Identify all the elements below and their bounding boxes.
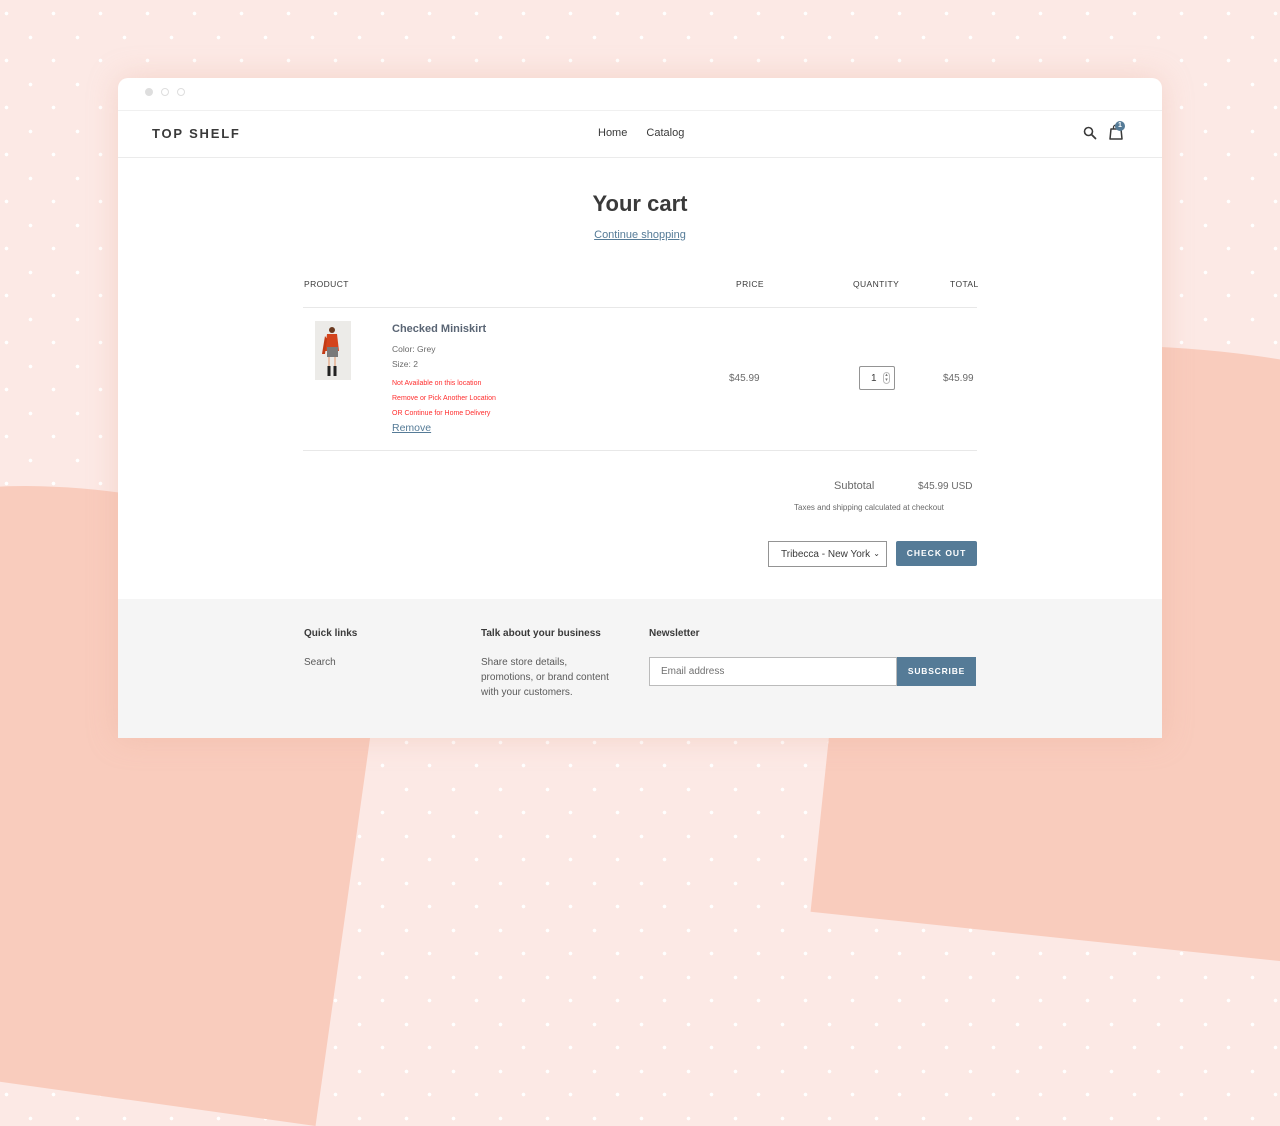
- column-header-price: PRICE: [736, 279, 764, 289]
- product-name[interactable]: Checked Miniskirt: [392, 323, 486, 335]
- quantity-value: 1: [871, 373, 877, 384]
- table-divider: [303, 307, 977, 308]
- nav-item-home[interactable]: Home: [598, 127, 627, 139]
- checkout-button[interactable]: CHECK OUT: [896, 541, 977, 566]
- window-dot-maximize[interactable]: [177, 88, 185, 96]
- site-header: TOP SHELF Home Catalog 1: [118, 111, 1162, 158]
- footer-heading-quick-links: Quick links: [304, 628, 358, 639]
- footer-business-line: promotions, or brand content: [481, 672, 609, 683]
- nav-item-catalog[interactable]: Catalog: [646, 127, 684, 139]
- table-divider: [303, 450, 977, 451]
- availability-warning: Remove or Pick Another Location: [392, 395, 496, 402]
- taxes-note: Taxes and shipping calculated at checkou…: [794, 503, 944, 512]
- quantity-stepper[interactable]: 1 ▴ ▾: [859, 366, 895, 390]
- footer-business-line: with your customers.: [481, 687, 573, 698]
- subscribe-button[interactable]: SUBSCRIBE: [897, 657, 976, 686]
- item-total: $45.99: [943, 373, 974, 384]
- footer-heading-business: Talk about your business: [481, 628, 601, 639]
- footer-business-text: Share store details, promotions, or bran…: [481, 655, 609, 700]
- quantity-spin-icon[interactable]: ▴ ▾: [883, 372, 890, 384]
- column-header-product: PRODUCT: [304, 279, 349, 289]
- continue-shopping-wrap: Continue shopping: [118, 229, 1162, 241]
- newsletter-email-input[interactable]: Email address: [649, 657, 897, 686]
- cart-count-badge: 1: [1115, 121, 1125, 131]
- subtotal-label: Subtotal: [834, 480, 875, 492]
- location-select[interactable]: Tribecca - New York ⌄: [768, 541, 887, 567]
- availability-warning: Not Available on this location: [392, 380, 482, 387]
- continue-shopping-link[interactable]: Continue shopping: [594, 229, 686, 241]
- footer-business-line: Share store details,: [481, 657, 568, 668]
- remove-item-link[interactable]: Remove: [392, 422, 431, 434]
- site-footer: Quick links Search Talk about your busin…: [118, 599, 1162, 738]
- product-size: Size: 2: [392, 359, 418, 369]
- product-image[interactable]: [315, 321, 351, 380]
- column-header-quantity: QUANTITY: [853, 279, 900, 289]
- browser-window: TOP SHELF Home Catalog 1 Your cart Conti…: [118, 78, 1162, 738]
- window-titlebar: [118, 78, 1162, 111]
- window-dot-minimize[interactable]: [161, 88, 169, 96]
- search-icon[interactable]: [1083, 126, 1097, 140]
- window-dot-close[interactable]: [145, 88, 153, 96]
- store-logo[interactable]: TOP SHELF: [152, 126, 241, 141]
- subtotal-value: $45.99 USD: [918, 481, 973, 492]
- product-color: Color: Grey: [392, 344, 436, 354]
- footer-heading-newsletter: Newsletter: [649, 628, 700, 639]
- page-title: Your cart: [592, 191, 688, 216]
- footer-link-search[interactable]: Search: [304, 655, 336, 670]
- column-header-total: TOTAL: [950, 279, 979, 289]
- item-price: $45.99: [729, 373, 760, 384]
- location-selected-value: Tribecca - New York: [781, 549, 871, 560]
- chevron-down-icon: ⌄: [871, 549, 880, 558]
- main-nav: Home Catalog: [598, 127, 700, 139]
- availability-warning: OR Continue for Home Delivery: [392, 410, 491, 417]
